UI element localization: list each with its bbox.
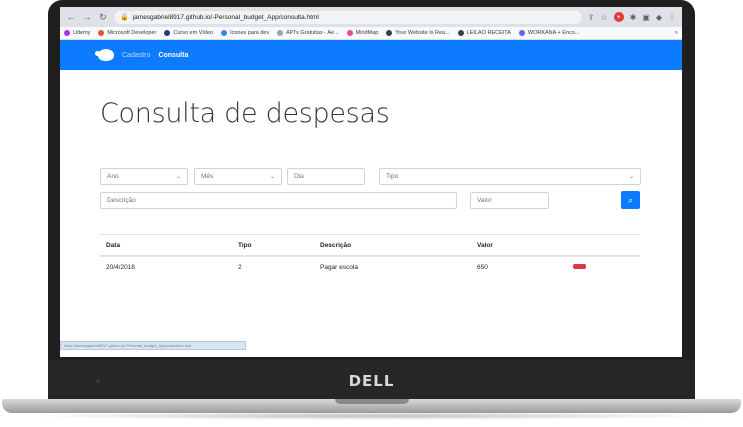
laptop-shadow: [20, 412, 723, 420]
bookmark-label: API's Gratuitas - Ae...: [286, 30, 339, 36]
mes-select[interactable]: Mês ⌄: [194, 168, 282, 185]
status-bar: https://jamesgabriel8917.github.io/-Pers…: [60, 341, 246, 350]
laptop-screen: ← → ↻ 🔒 jamesgabriel8917.github.io/-Pers…: [60, 7, 682, 357]
bookmark-label: LEILAO RECEITA: [466, 30, 511, 36]
bookmark-item[interactable]: Curso em Vídeo: [164, 30, 213, 36]
search-button[interactable]: ⌕: [621, 191, 640, 209]
header-valor: Valor: [477, 241, 493, 249]
tipo-select[interactable]: Tipo ⌄: [379, 168, 641, 185]
bookmark-item[interactable]: MindMap: [346, 30, 379, 36]
bookmark-item[interactable]: Microsoft Developer: [98, 30, 156, 36]
descricao-input-placeholder: Descrição: [107, 197, 136, 204]
dia-input-placeholder: Dia: [294, 173, 304, 180]
bookmark-label: MindMap: [355, 30, 379, 36]
bookmark-item[interactable]: Icones para dev: [221, 30, 269, 36]
extension-icon[interactable]: ✱: [630, 13, 637, 22]
star-icon[interactable]: ☆: [600, 13, 607, 22]
dia-input[interactable]: Dia: [287, 168, 365, 185]
chevron-down-icon: ⌄: [628, 174, 634, 180]
bookmark-favicon-icon: [277, 30, 284, 36]
mes-select-value: Mês: [201, 173, 214, 180]
bookmark-item[interactable]: LEILAO RECEITA: [457, 30, 511, 36]
piggy-bank-icon[interactable]: [95, 49, 114, 61]
search-icon: ⌕: [627, 194, 634, 205]
chevron-down-icon: ⌄: [175, 174, 181, 180]
recording-icon[interactable]: ●: [613, 12, 624, 22]
bookmark-label: Icones para dev: [230, 30, 270, 36]
app-navbar: Cadastro Consulta: [60, 40, 682, 70]
cell-actions: [573, 264, 640, 271]
bookmark-favicon-icon: [457, 30, 464, 36]
laptop-notch: [335, 399, 409, 404]
menu-icon[interactable]: ⋮: [668, 13, 676, 22]
nav-link-consulta[interactable]: Consulta: [158, 52, 188, 59]
bookmark-favicon-icon: [221, 30, 228, 36]
bookmark-favicon-icon: [518, 30, 525, 36]
bookmark-item[interactable]: API's Gratuitas - Ae...: [277, 30, 339, 36]
nav-link-cadastro[interactable]: Cadastro: [122, 52, 150, 59]
cell-tipo: 2: [238, 264, 242, 271]
bookmark-favicon-icon: [386, 30, 393, 36]
lock-icon: 🔒: [120, 14, 129, 21]
bookmarks-more-icon[interactable]: »: [675, 30, 678, 36]
cell-descricao: Pagar escola: [320, 264, 358, 271]
bookmark-label: Curso em Vídeo: [173, 30, 214, 36]
forward-icon[interactable]: →: [82, 12, 92, 22]
descricao-input[interactable]: Descrição: [100, 192, 457, 209]
bookmark-label: Your Website Is Rea...: [395, 30, 450, 36]
bookmark-label: WORKANA + Enco...: [527, 30, 580, 36]
table-row: 20/4/2018 2 Pagar escola 650: [100, 256, 640, 278]
bookmark-favicon-icon: [164, 30, 171, 36]
page-content: Consulta de despesas Ano ⌄ Mês ⌄ Dia Tip…: [60, 70, 682, 350]
bookmark-favicon-icon: [98, 30, 105, 36]
bookmark-item[interactable]: WORKANA + Enco...: [518, 30, 580, 36]
bookmark-label: Microsoft Developer: [107, 30, 157, 36]
ano-select[interactable]: Ano ⌄: [100, 168, 188, 185]
toolbar-icons: ⇪ ☆ ● ✱ ▣ ◆ ⋮: [588, 12, 676, 22]
delete-button[interactable]: [573, 264, 586, 269]
share-icon[interactable]: ⇪: [588, 13, 595, 22]
ano-select-value: Ano: [107, 173, 119, 180]
chevron-down-icon: ⌄: [269, 174, 275, 180]
profile-icon[interactable]: ◆: [656, 13, 662, 22]
address-bar[interactable]: 🔒 jamesgabriel8917.github.io/-Personal_b…: [114, 10, 582, 24]
page-title: Consulta de despesas: [100, 98, 390, 129]
back-icon[interactable]: ←: [66, 12, 76, 22]
browser-toolbar: ← → ↻ 🔒 jamesgabriel8917.github.io/-Pers…: [60, 7, 682, 27]
dell-logo: DELL: [348, 372, 395, 390]
bookmark-item[interactable]: Your Website Is Rea...: [386, 30, 450, 36]
bookmark-favicon-icon: [64, 30, 70, 36]
tipo-select-value: Tipo: [386, 173, 399, 180]
bookmark-label: Udemy: [73, 30, 91, 36]
valor-input-placeholder: Valor: [477, 197, 492, 204]
valor-input[interactable]: Valor: [470, 192, 549, 209]
bookmark-item[interactable]: Udemy: [64, 30, 90, 36]
header-data: Data: [106, 241, 121, 249]
cell-data: 20/4/2018: [106, 264, 135, 271]
expenses-table: Data Tipo Descrição Valor 20/4/2018 2 Pa…: [100, 234, 640, 278]
bookmark-favicon-icon: [346, 30, 353, 36]
header-descricao: Descrição: [320, 241, 352, 249]
cell-valor: 650: [477, 264, 488, 271]
stage: ← → ↻ 🔒 jamesgabriel8917.github.io/-Pers…: [0, 0, 743, 427]
bookmarks-bar: Udemy Microsoft Developer Curso em Vídeo Ic…: [60, 27, 682, 40]
header-tipo: Tipo: [238, 241, 252, 249]
table-header: Data Tipo Descrição Valor: [100, 234, 640, 256]
address-url: jamesgabriel8917.github.io/-Personal_bud…: [132, 13, 319, 21]
window-icon[interactable]: ▣: [642, 13, 650, 22]
reload-icon[interactable]: ↻: [98, 12, 108, 23]
